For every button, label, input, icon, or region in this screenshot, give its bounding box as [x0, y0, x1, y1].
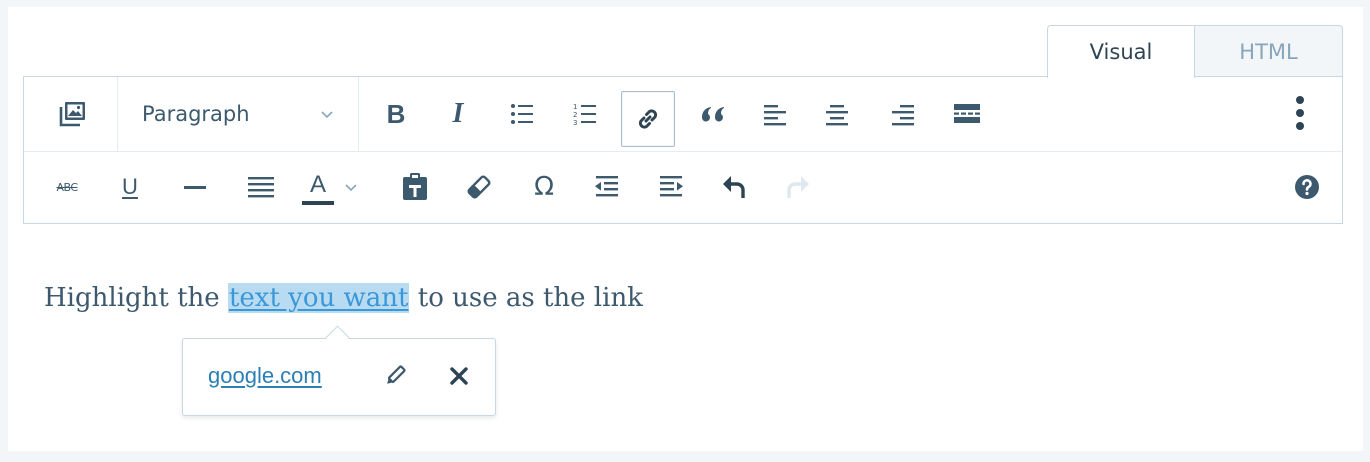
svg-text:2: 2: [573, 111, 577, 119]
link-button[interactable]: [621, 91, 675, 147]
link-icon: [638, 109, 658, 129]
horizontal-rule-icon[interactable]: [172, 164, 218, 210]
bold-icon: B: [386, 98, 406, 129]
text-color-swatch: [302, 201, 334, 205]
selected-link-text[interactable]: text you want: [227, 283, 410, 313]
text-color-button[interactable]: A: [300, 164, 360, 210]
undo-icon[interactable]: [712, 164, 758, 210]
link-popover: google.com: [182, 325, 496, 416]
tab-html[interactable]: HTML: [1195, 25, 1343, 77]
bulleted-list-icon[interactable]: [499, 91, 545, 137]
toolbar-row-primary: Paragraph B I 1 2 3: [24, 77, 1342, 152]
indent-icon[interactable]: [648, 164, 694, 210]
edit-link-button[interactable]: [378, 359, 412, 393]
clear-formatting-icon[interactable]: [456, 164, 502, 210]
underline-button[interactable]: U: [107, 164, 153, 210]
editor-content[interactable]: Highlight the text you want to use as th…: [44, 283, 643, 313]
strikethrough-button[interactable]: ABC: [44, 164, 90, 210]
content-text-after: to use as the link: [409, 283, 643, 313]
align-left-icon[interactable]: [752, 91, 798, 137]
link-url[interactable]: google.com: [208, 363, 322, 389]
justify-icon[interactable]: [238, 164, 284, 210]
special-character-button[interactable]: Ω: [521, 164, 567, 210]
blockquote-icon[interactable]: [690, 91, 736, 137]
editor-card: Visual HTML Paragraph B I 1 2 3 ABC U A …: [8, 7, 1363, 451]
numbered-list-icon[interactable]: 1 2 3: [562, 91, 608, 137]
chevron-down-icon[interactable]: [344, 180, 358, 194]
bold-button[interactable]: B: [373, 91, 419, 137]
chevron-down-icon: [320, 107, 334, 126]
pencil-icon: [387, 365, 406, 384]
underline-icon: U: [122, 174, 138, 199]
format-select-value: Paragraph: [142, 102, 250, 126]
italic-button[interactable]: I: [435, 91, 481, 137]
editor-toolbar: Paragraph B I 1 2 3 ABC U A Ω: [23, 76, 1343, 224]
text-color-icon: A: [300, 167, 334, 207]
toolbar-divider: [358, 77, 359, 151]
help-icon[interactable]: [1284, 164, 1330, 210]
more-options-icon[interactable]: [1277, 91, 1323, 137]
align-center-icon[interactable]: [814, 91, 860, 137]
paste-as-text-icon[interactable]: [392, 164, 438, 210]
text-color-glyph: A: [310, 171, 327, 198]
tab-visual[interactable]: Visual: [1047, 25, 1195, 78]
add-media-icon[interactable]: [50, 91, 96, 137]
svg-text:3: 3: [573, 119, 577, 127]
toolbar-divider: [117, 77, 118, 151]
italic-icon: I: [452, 98, 464, 129]
strikethrough-icon: ABC: [56, 180, 78, 194]
editor-mode-tabs: Visual HTML: [1047, 25, 1343, 78]
outdent-icon[interactable]: [584, 164, 630, 210]
read-more-icon[interactable]: [944, 91, 990, 137]
remove-link-button[interactable]: [442, 359, 476, 393]
content-text-before: Highlight the: [44, 283, 228, 313]
close-icon: [450, 367, 468, 385]
svg-text:1: 1: [573, 103, 577, 111]
align-right-icon[interactable]: [880, 91, 926, 137]
toolbar-row-secondary: ABC U A Ω: [24, 151, 1342, 224]
special-character-icon: Ω: [534, 172, 554, 202]
format-select[interactable]: Paragraph: [142, 91, 352, 137]
popover-arrow: [325, 325, 350, 350]
redo-icon[interactable]: [774, 164, 820, 210]
